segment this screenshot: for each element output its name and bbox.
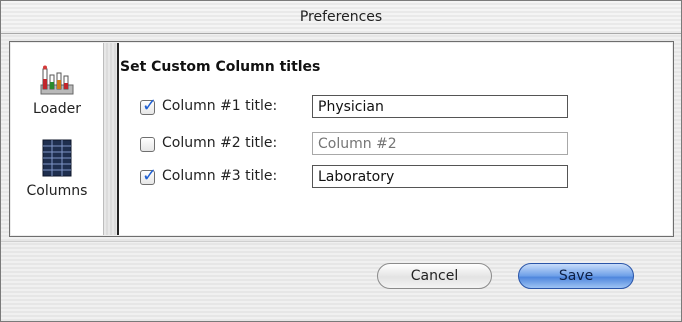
window-title: Preferences bbox=[1, 1, 681, 34]
column-1-label: Column #1 title: bbox=[162, 98, 278, 114]
footer-separator bbox=[1, 241, 681, 242]
cancel-button[interactable]: Cancel bbox=[377, 263, 492, 289]
column-3-label: Column #3 title: bbox=[162, 168, 278, 184]
sidebar-item-columns[interactable]: Columns bbox=[11, 139, 103, 199]
column-1-checkbox[interactable]: ✓ bbox=[140, 96, 157, 116]
column-3-title-input[interactable] bbox=[312, 165, 568, 188]
sidebar-item-label: Columns bbox=[26, 183, 88, 199]
columns-pane: Set Custom Column titles ✓ Column #1 tit… bbox=[120, 43, 672, 235]
preferences-window: Preferences Loader Columns Set Custom Co… bbox=[0, 0, 682, 322]
pane-title: Set Custom Column titles bbox=[120, 59, 321, 75]
sidebar-item-label: Loader bbox=[33, 101, 81, 117]
save-button[interactable]: Save bbox=[518, 263, 634, 289]
columns-grid-icon bbox=[42, 139, 72, 177]
column-2-label: Column #2 title: bbox=[162, 135, 278, 151]
sidebar-scrollbar[interactable] bbox=[103, 43, 118, 235]
sidebar-item-loader[interactable]: Loader bbox=[11, 65, 103, 117]
column-3-checkbox[interactable]: ✓ bbox=[140, 166, 157, 186]
column-1-title-input[interactable] bbox=[312, 95, 568, 118]
checkmark-icon: ✓ bbox=[142, 95, 158, 116]
test-tube-rack-icon bbox=[40, 65, 74, 95]
column-2-title-input[interactable] bbox=[312, 132, 568, 155]
preferences-content: Loader Columns Set Custom Column titles … bbox=[9, 41, 674, 237]
preferences-sidebar: Loader Columns bbox=[11, 43, 103, 235]
column-2-checkbox[interactable] bbox=[140, 137, 155, 152]
pane-divider bbox=[117, 43, 119, 235]
checkmark-icon: ✓ bbox=[142, 165, 158, 186]
